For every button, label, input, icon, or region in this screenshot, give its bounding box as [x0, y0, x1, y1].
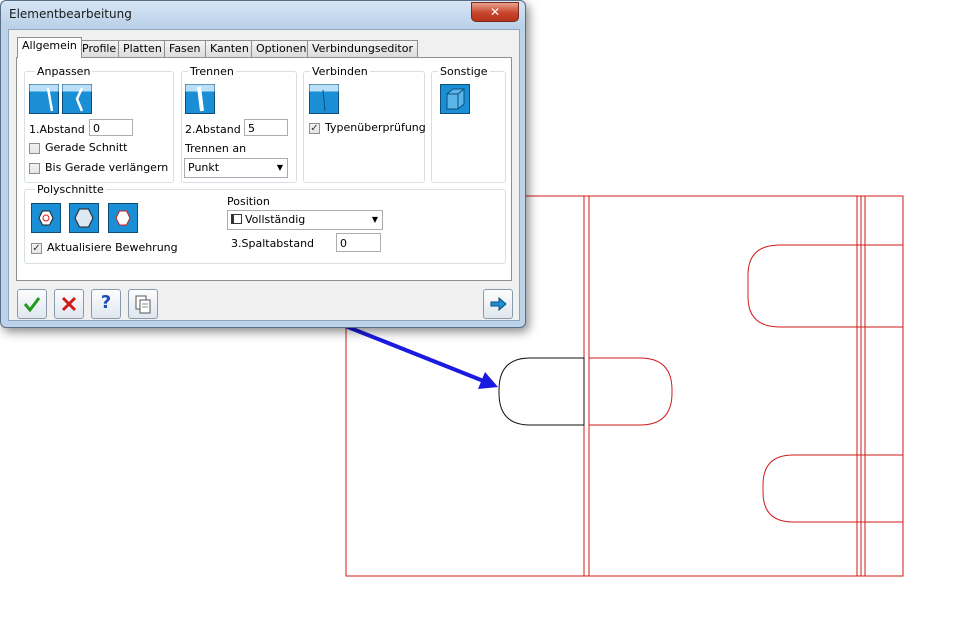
- group-label: Anpassen: [35, 65, 93, 78]
- tab-kanten[interactable]: Kanten: [205, 40, 254, 57]
- cad-cutout-left: [498, 357, 585, 426]
- tab-optionen[interactable]: Optionen: [251, 40, 312, 57]
- typen-label: Typenüberprüfung: [325, 121, 426, 134]
- help-button[interactable]: ?: [91, 289, 121, 319]
- polycut-hexagon-icon[interactable]: [69, 203, 99, 233]
- typen-checkbox[interactable]: ✓: [309, 123, 320, 134]
- gerade-schnitt-checkbox[interactable]: [29, 143, 40, 154]
- abstand-1-label: 1.Abstand: [29, 123, 85, 136]
- group-label: Verbinden: [310, 65, 370, 78]
- tab-platten[interactable]: Platten: [118, 40, 167, 57]
- group-polyschnitte: Polyschnitte ✓ Aktualisiere Bewehrung Po…: [24, 183, 506, 264]
- title-bar[interactable]: Elementbearbeitung ✕: [1, 1, 525, 28]
- ok-button[interactable]: [17, 289, 47, 319]
- document-copy-icon: [135, 295, 151, 314]
- close-button[interactable]: ✕: [471, 2, 519, 22]
- trennen-an-select[interactable]: Punkt ▼: [184, 158, 288, 178]
- split-icon[interactable]: [185, 84, 215, 114]
- fit-double-icon[interactable]: [62, 84, 92, 114]
- aktualisiere-checkbox[interactable]: ✓: [31, 243, 42, 254]
- position-select[interactable]: Vollständig ▼: [227, 210, 383, 230]
- group-anpassen: Anpassen 1.Abstand 0 Gerade Schnitt Bis …: [24, 65, 174, 183]
- tab-panel-allgemein: Anpassen 1.Abstand 0 Gerade Schnitt Bis …: [16, 57, 512, 281]
- position-value: Vollständig: [245, 213, 306, 226]
- group-label: Sonstige: [438, 65, 490, 78]
- group-label: Polyschnitte: [35, 183, 106, 196]
- group-verbinden: Verbinden ✓ Typenüberprüfung: [303, 65, 426, 183]
- tab-profile[interactable]: Profile: [77, 40, 122, 57]
- window-title: Elementbearbeitung: [9, 7, 132, 21]
- dialog-client: Allgemein Profile Platten Fasen Kanten O…: [8, 29, 520, 321]
- position-label: Position: [227, 195, 270, 208]
- cancel-button[interactable]: [54, 289, 84, 319]
- cad-slot-upper: [747, 244, 903, 328]
- chevron-down-icon: ▼: [371, 215, 378, 224]
- cube-icon[interactable]: [440, 84, 470, 114]
- bis-gerade-checkbox[interactable]: [29, 163, 40, 174]
- copy-button[interactable]: [128, 289, 158, 319]
- spaltabstand-input[interactable]: 0: [336, 233, 381, 252]
- spaltabstand-label: 3.Spaltabstand: [231, 237, 315, 250]
- polycut-outline-icon[interactable]: [108, 203, 138, 233]
- fit-single-icon[interactable]: [29, 84, 59, 114]
- cad-cutout-right: [589, 357, 673, 426]
- aktualisiere-label: Aktualisiere Bewehrung: [47, 241, 178, 254]
- cross-icon: [61, 296, 77, 312]
- bis-gerade-label: Bis Gerade verlängern: [45, 161, 169, 174]
- polycut-circle-icon[interactable]: [31, 203, 61, 233]
- tab-fasen[interactable]: Fasen: [164, 40, 206, 57]
- connect-icon[interactable]: [309, 84, 339, 114]
- gerade-schnitt-label: Gerade Schnitt: [45, 141, 128, 154]
- abstand-1-input[interactable]: 0: [89, 119, 133, 136]
- cad-slot-lower: [762, 454, 903, 523]
- trennen-an-label: Trennen an: [185, 142, 247, 155]
- group-sonstige: Sonstige: [431, 65, 506, 183]
- arrow-right-icon: [490, 296, 507, 312]
- element-editing-dialog: Elementbearbeitung ✕ Allgemein Profile P…: [0, 0, 526, 328]
- checkmark-icon: [23, 297, 41, 313]
- abstand-2-label: 2.Abstand: [185, 123, 241, 136]
- chevron-down-icon: ▼: [276, 163, 283, 172]
- group-trennen: Trennen 2.Abstand 5 Trennen an Punkt ▼: [181, 65, 297, 183]
- group-label: Trennen: [188, 65, 236, 78]
- abstand-2-input[interactable]: 5: [244, 119, 288, 136]
- pick-button[interactable]: [483, 289, 513, 319]
- position-full-icon: [231, 214, 242, 224]
- tab-verbindungseditor[interactable]: Verbindungseditor: [307, 40, 418, 57]
- tab-allgemein[interactable]: Allgemein: [17, 37, 82, 58]
- trennen-an-value: Punkt: [188, 161, 220, 174]
